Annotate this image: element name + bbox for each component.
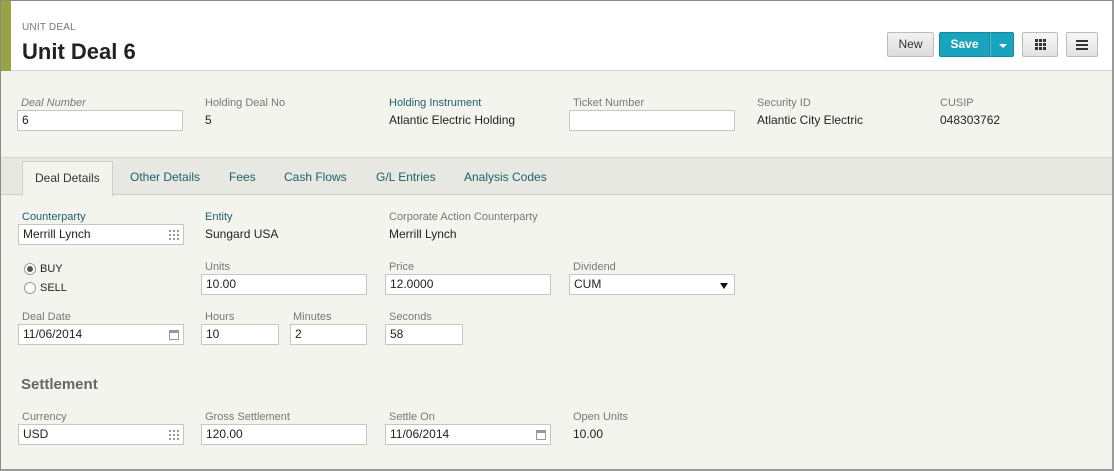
deal-date-label: Deal Date [22, 311, 71, 323]
security-id-value: Atlantic City Electric [757, 113, 864, 127]
lookup-icon[interactable] [169, 230, 179, 240]
tab-other-details[interactable]: Other Details [130, 170, 200, 184]
ticket-number-field[interactable] [569, 110, 735, 131]
ca-counterparty-value: Merrill Lynch [389, 227, 457, 241]
grid-icon [1035, 39, 1046, 50]
tab-bar: Deal Details Other Details Fees Cash Flo… [1, 157, 1112, 197]
page-header: UNIT DEAL Unit Deal 6 New Save [1, 1, 1112, 71]
menu-icon [1076, 40, 1088, 50]
settle-on-field[interactable]: 11/06/2014 [385, 424, 551, 445]
seconds-field[interactable]: 58 [385, 324, 463, 345]
ca-counterparty-label: Corporate Action Counterparty [389, 211, 538, 223]
buy-radio[interactable] [24, 263, 36, 275]
security-id-label: Security ID [757, 97, 811, 109]
dividend-select[interactable]: CUM [569, 274, 735, 295]
record-type-label: UNIT DEAL [22, 22, 76, 33]
counterparty-value: Merrill Lynch [23, 227, 91, 241]
tab-gl-entries[interactable]: G/L Entries [376, 170, 436, 184]
new-button[interactable]: New [887, 32, 934, 57]
currency-label: Currency [22, 411, 67, 423]
units-label: Units [205, 261, 231, 273]
gross-settlement-field[interactable]: 120.00 [201, 424, 367, 445]
save-button[interactable]: Save [939, 32, 990, 57]
deal-date-field[interactable]: 11/06/2014 [18, 324, 184, 345]
holding-deal-no-label: Holding Deal No [205, 97, 286, 109]
currency-value: USD [23, 427, 49, 441]
dividend-label: Dividend [573, 261, 616, 273]
tab-analysis-codes[interactable]: Analysis Codes [464, 170, 547, 184]
sell-radio[interactable] [24, 282, 36, 294]
dividend-value: CUM [574, 277, 602, 291]
minutes-field[interactable]: 2 [290, 324, 367, 345]
settlement-heading: Settlement [21, 376, 98, 393]
grid-view-button[interactable] [1022, 32, 1058, 57]
app-window: UNIT DEAL Unit Deal 6 New Save Deal Numb… [0, 0, 1114, 471]
menu-button[interactable] [1066, 32, 1098, 57]
entity-value: Sungard USA [205, 227, 279, 241]
settle-on-label: Settle On [389, 411, 435, 423]
cusip-value: 048303762 [940, 113, 1001, 127]
counterparty-label[interactable]: Counterparty [22, 211, 86, 223]
open-units-label: Open Units [573, 411, 629, 423]
buy-label: BUY [40, 263, 63, 275]
lookup-icon[interactable] [169, 430, 179, 440]
units-field[interactable]: 10.00 [201, 274, 367, 295]
tab-fees[interactable]: Fees [229, 170, 256, 184]
page-title: Unit Deal 6 [22, 39, 136, 64]
deal-number-label: Deal Number [21, 97, 86, 109]
chevron-down-icon [720, 283, 728, 289]
holding-deal-no-value: 5 [205, 113, 212, 127]
currency-field[interactable]: USD [18, 424, 184, 445]
gross-settlement-label: Gross Settlement [205, 411, 290, 423]
holding-instrument-label[interactable]: Holding Instrument [389, 97, 481, 109]
calendar-icon[interactable] [169, 330, 179, 340]
seconds-label: Seconds [389, 311, 432, 323]
holding-instrument-value: Atlantic Electric Holding [389, 113, 516, 127]
tab-deal-details[interactable]: Deal Details [22, 161, 113, 197]
save-options-button[interactable] [990, 32, 1014, 57]
price-field[interactable]: 12.0000 [385, 274, 551, 295]
deal-number-field[interactable]: 6 [17, 110, 183, 131]
hours-label: Hours [205, 311, 235, 323]
deal-date-value: 11/06/2014 [23, 327, 83, 341]
price-label: Price [389, 261, 415, 273]
chevron-down-icon [999, 44, 1007, 48]
open-units-value: 10.00 [573, 427, 604, 441]
ticket-number-label: Ticket Number [573, 97, 645, 109]
hours-field[interactable]: 10 [201, 324, 279, 345]
minutes-label: Minutes [293, 311, 332, 323]
entity-label[interactable]: Entity [205, 211, 233, 223]
calendar-icon[interactable] [536, 430, 546, 440]
tab-cash-flows[interactable]: Cash Flows [284, 170, 347, 184]
settle-on-value: 11/06/2014 [390, 427, 450, 441]
counterparty-field[interactable]: Merrill Lynch [18, 224, 184, 245]
cusip-label: CUSIP [940, 97, 974, 109]
sell-label: SELL [40, 282, 67, 294]
header-accent-bar [1, 1, 11, 71]
